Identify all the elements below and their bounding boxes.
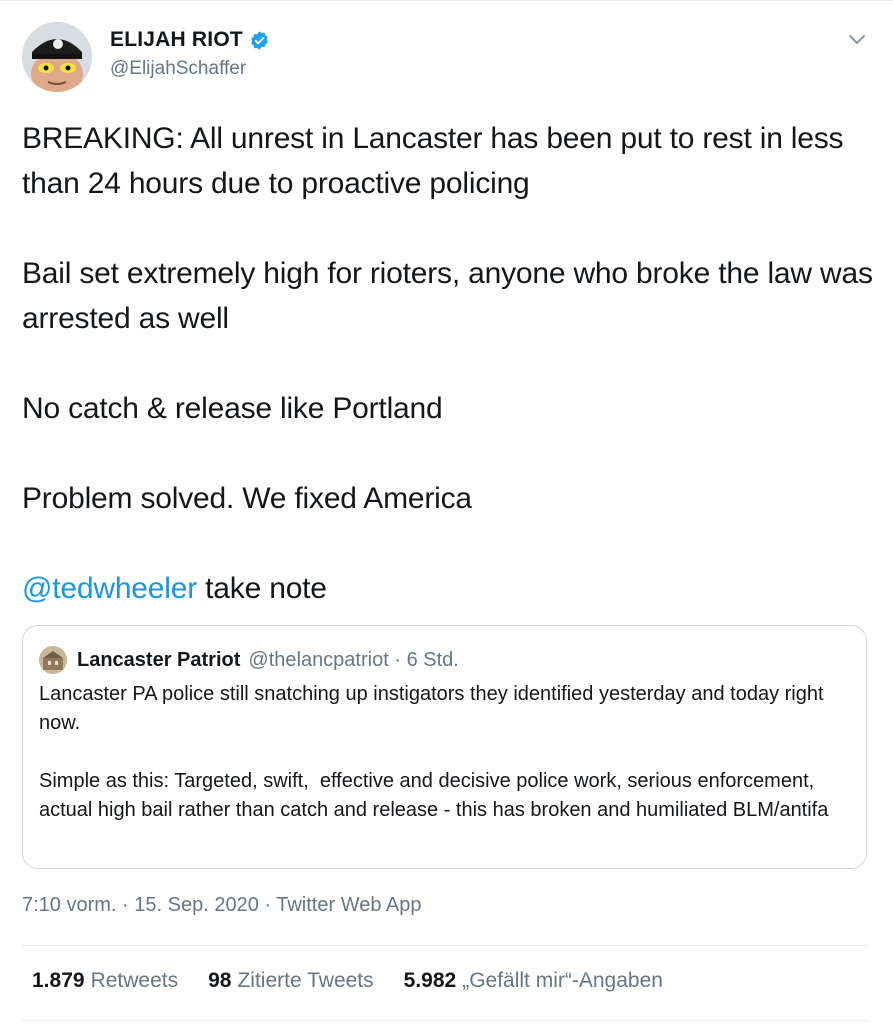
quoted-separator: · [388,648,407,671]
retweets-label: Retweets [90,969,179,992]
quoted-tweet-text: Lancaster PA police still snatching up i… [39,683,829,821]
quoted-time: 6 Std. [406,648,459,671]
top-border [0,0,893,5]
quoted-tweet-header: Lancaster Patriot @thelancpatriot · 6 St… [39,646,459,674]
meta-separator-1: · [116,894,135,916]
meta-separator-2: · [258,894,277,916]
likes-label: „Gefällt mir“-Angaben [462,969,663,992]
quoted-author-handle: @thelancpatriot [248,648,389,671]
chevron-down-icon[interactable] [846,28,868,50]
avatar-image [22,22,92,92]
quote-tweets-label: Zitierte Tweets [237,969,374,992]
author-name[interactable]: ELIJAH RIOT [110,28,243,52]
divider-bottom [22,1020,869,1021]
tweet-text-tail: take note [197,572,327,605]
quote-tweets-stat[interactable]: 98 Zitierte Tweets [208,969,374,993]
mention-link[interactable]: @tedwheeler [22,572,197,605]
quoted-tweet[interactable]: Lancaster Patriot @thelancpatriot · 6 St… [22,625,867,869]
tweet-source-app[interactable]: Twitter Web App [276,894,421,916]
tweet-text: BREAKING: All unrest in Lancaster has be… [22,116,874,611]
author-handle[interactable]: @ElijahSchaffer [110,58,270,80]
tweet-body: BREAKING: All unrest in Lancaster has be… [22,122,873,515]
author-avatar[interactable] [22,22,92,92]
author-block[interactable]: ELIJAH RIOT @ElijahSchaffer [110,28,270,80]
likes-count: 5.982 [403,969,457,992]
quoted-author-meta: @thelancpatriot · 6 Std. [248,649,458,672]
quote-tweets-count: 98 [208,969,232,992]
quoted-author-name: Lancaster Patriot [77,648,241,671]
retweets-stat[interactable]: 1.879 Retweets [32,969,178,993]
quoted-avatar-image [39,646,67,674]
tweet-meta: 7:10 vorm. · 15. Sep. 2020 · Twitter Web… [22,894,422,917]
retweets-count: 1.879 [32,969,85,992]
tweet-stats: 1.879 Retweets 98 Zitierte Tweets 5.982 „Ge… [32,969,663,993]
verified-badge-icon [251,30,268,50]
divider-top [22,945,869,946]
quoted-author-avatar [39,646,67,674]
tweet-time[interactable]: 7:10 vorm. [22,894,116,916]
likes-stat[interactable]: 5.982 „Gefällt mir“-Angaben [404,969,663,993]
tweet-date[interactable]: 15. Sep. 2020 [134,894,259,916]
author-name-row: ELIJAH RIOT [110,28,270,52]
